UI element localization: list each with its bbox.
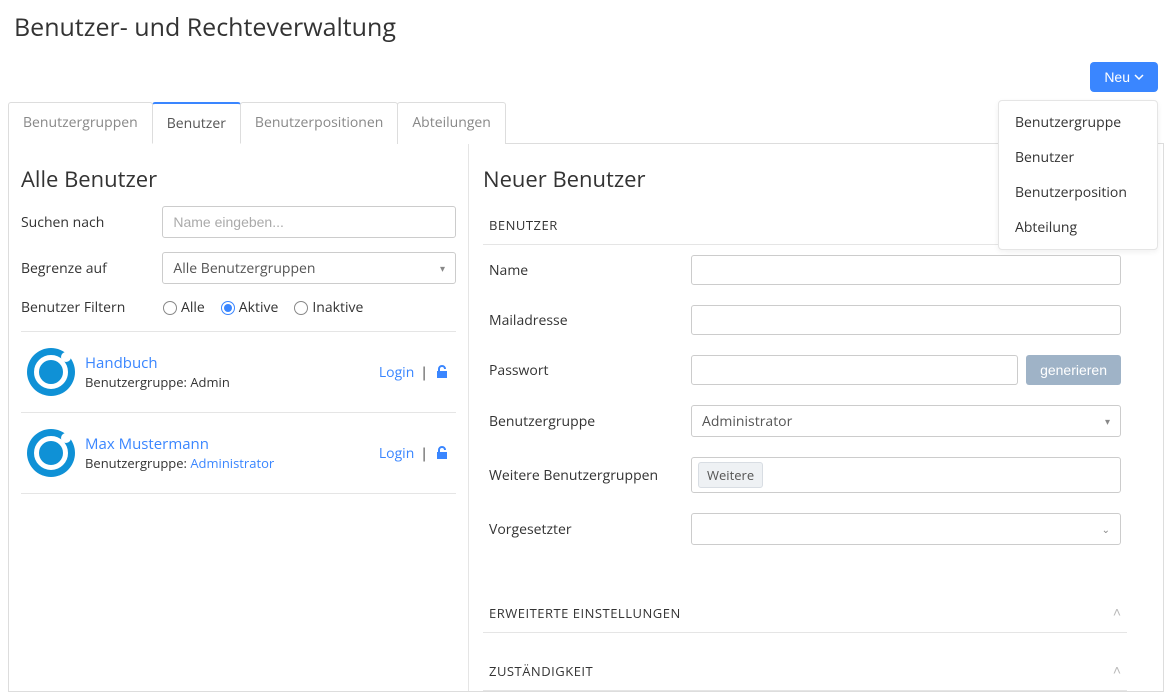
field-label-group: Benutzergruppe xyxy=(489,412,679,431)
tab-benutzergruppen[interactable]: Benutzergruppen xyxy=(8,102,153,144)
filter-radio-active-label: Aktive xyxy=(239,298,279,317)
field-label-supervisor: Vorgesetzter xyxy=(489,520,679,539)
user-name-link[interactable]: Max Mustermann xyxy=(85,434,369,454)
chevron-up-icon: ˄ xyxy=(1113,603,1121,622)
filter-radio-inactive-label: Inaktive xyxy=(312,298,363,317)
login-link[interactable]: Login xyxy=(379,444,414,463)
more-groups-input[interactable]: Weitere xyxy=(691,457,1121,493)
chevron-down-icon xyxy=(1134,72,1144,82)
new-dropdown: Benutzergruppe Benutzer Benutzerposition… xyxy=(998,100,1158,250)
filter-radio-inactive[interactable]: Inaktive xyxy=(294,298,363,317)
user-list: Handbuch Benutzergruppe: Admin Login | xyxy=(21,331,456,494)
limit-select[interactable]: Alle Benutzergruppen ▾ xyxy=(162,252,456,284)
search-input[interactable] xyxy=(162,206,456,238)
section-advanced-title: ERWEITERTE EINSTELLUNGEN xyxy=(489,604,681,622)
new-button-label: Neu xyxy=(1104,69,1130,85)
mail-input[interactable] xyxy=(691,305,1121,335)
caret-down-icon: ▾ xyxy=(440,261,445,275)
radio-icon xyxy=(163,301,177,315)
group-select-value: Administrator xyxy=(702,412,792,431)
tab-abteilungen[interactable]: Abteilungen xyxy=(397,102,506,144)
radio-icon xyxy=(221,301,235,315)
limit-label: Begrenze auf xyxy=(21,259,150,278)
new-menu-benutzer[interactable]: Benutzer xyxy=(999,140,1157,175)
filter-radio-all-label: Alle xyxy=(181,298,205,317)
filter-radio-active[interactable]: Aktive xyxy=(221,298,279,317)
new-menu-abteilung[interactable]: Abteilung xyxy=(999,210,1157,245)
password-input[interactable] xyxy=(691,355,1018,385)
user-group-link[interactable]: Administrator xyxy=(190,454,274,472)
group-tag[interactable]: Weitere xyxy=(698,462,763,488)
group-select[interactable]: Administrator ▾ xyxy=(691,405,1121,437)
avatar-icon xyxy=(27,429,75,477)
filter-radio-all[interactable]: Alle xyxy=(163,298,205,317)
radio-icon xyxy=(294,301,308,315)
avatar-icon xyxy=(27,348,75,396)
separator: | xyxy=(420,444,428,463)
filter-label: Benutzer Filtern xyxy=(21,298,151,317)
name-input[interactable] xyxy=(691,255,1121,285)
chevron-up-icon: ˄ xyxy=(1113,661,1121,680)
user-name-link[interactable]: Handbuch xyxy=(85,353,369,373)
user-row: Handbuch Benutzergruppe: Admin Login | xyxy=(21,332,456,413)
caret-down-icon: ⌄ xyxy=(1102,522,1110,536)
section-advanced-toggle[interactable]: ERWEITERTE EINSTELLUNGEN ˄ xyxy=(483,585,1127,633)
field-label-name: Name xyxy=(489,261,679,280)
new-menu-benutzergruppe[interactable]: Benutzergruppe xyxy=(999,105,1157,140)
new-menu-benutzerposition[interactable]: Benutzerposition xyxy=(999,175,1157,210)
tab-benutzer[interactable]: Benutzer xyxy=(152,102,241,144)
search-label: Suchen nach xyxy=(21,213,150,232)
caret-down-icon: ▾ xyxy=(1105,414,1110,428)
separator: | xyxy=(420,363,428,382)
new-button[interactable]: Neu xyxy=(1090,62,1158,92)
generate-password-button[interactable]: generieren xyxy=(1026,355,1121,385)
unlock-icon[interactable] xyxy=(434,364,450,380)
section-responsibility-title: ZUSTÄNDIGKEIT xyxy=(489,662,593,680)
user-group-label: Benutzergruppe: Administrator xyxy=(85,454,369,472)
unlock-icon[interactable] xyxy=(434,445,450,461)
login-link[interactable]: Login xyxy=(379,363,414,382)
user-row: Max Mustermann Benutzergruppe: Administr… xyxy=(21,413,456,494)
page-title: Benutzer- und Rechteverwaltung xyxy=(14,10,1164,44)
tab-benutzerpositionen[interactable]: Benutzerpositionen xyxy=(240,102,398,144)
field-label-mail: Mailadresse xyxy=(489,311,679,330)
field-label-password: Passwort xyxy=(489,361,679,380)
user-group-label: Benutzergruppe: Admin xyxy=(85,373,369,391)
section-responsibility-toggle[interactable]: ZUSTÄNDIGKEIT ˄ xyxy=(483,643,1127,691)
tabs: Benutzergruppen Benutzer Benutzerpositio… xyxy=(8,102,1164,144)
field-label-more-groups: Weitere Benutzergruppen xyxy=(489,466,679,485)
supervisor-select[interactable]: ⌄ xyxy=(691,513,1121,545)
left-pane-title: Alle Benutzer xyxy=(21,164,456,194)
limit-select-value: Alle Benutzergruppen xyxy=(173,259,315,278)
